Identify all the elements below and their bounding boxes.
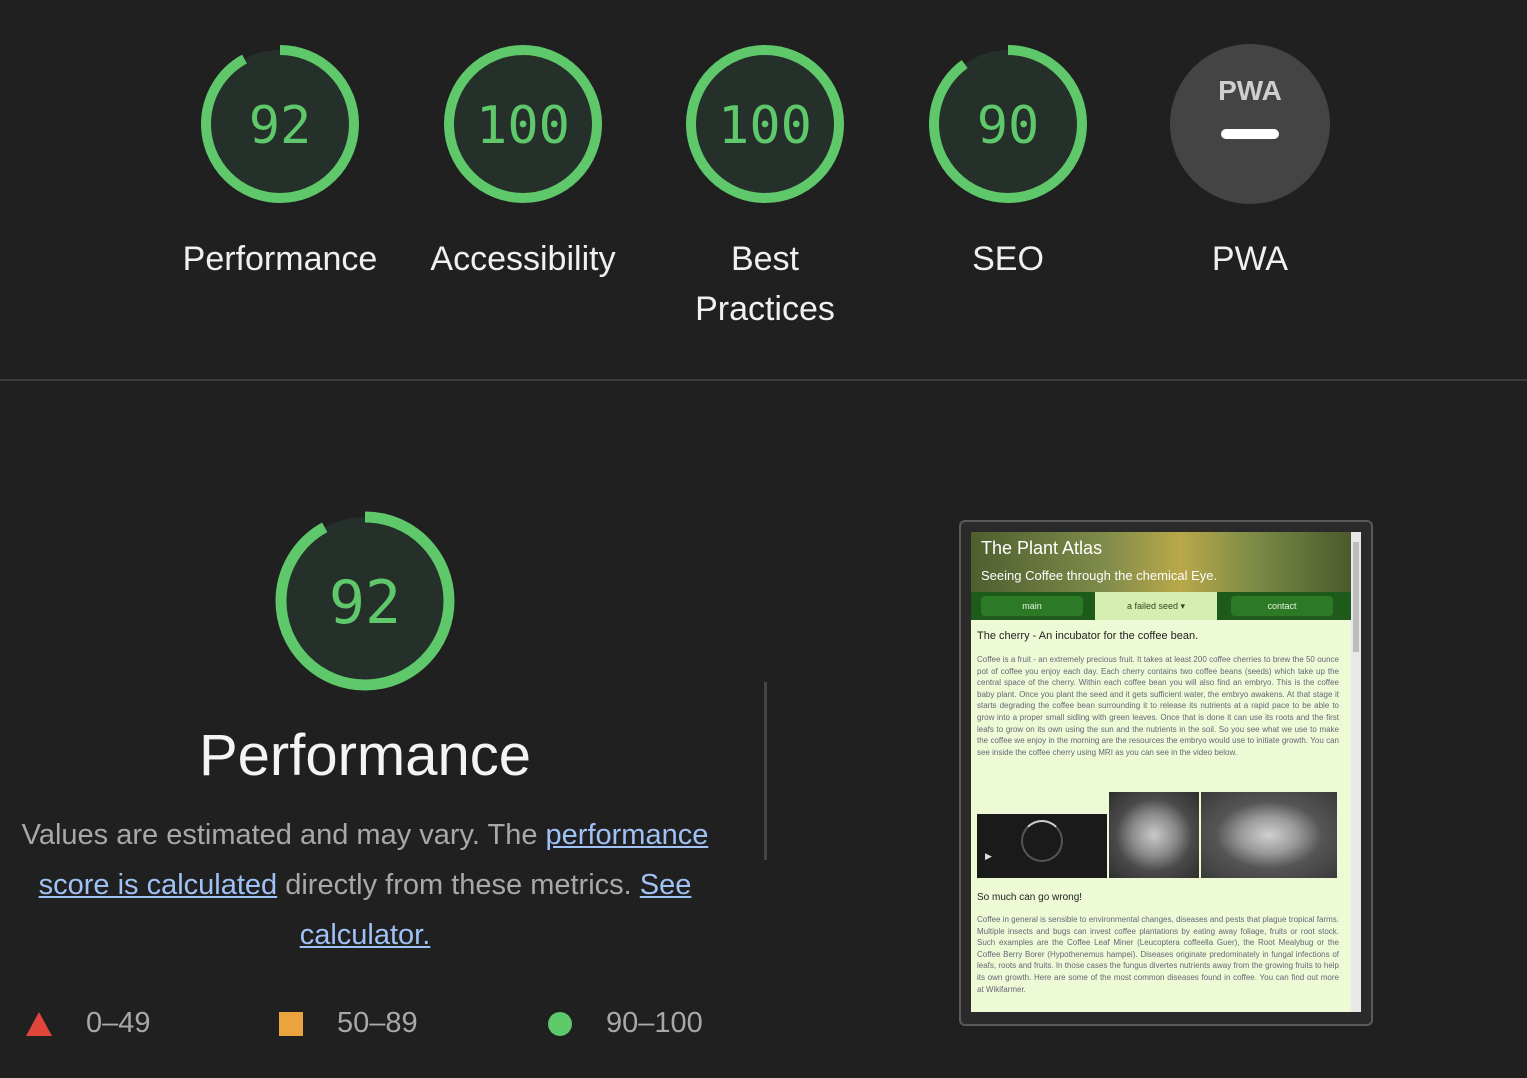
legend-item-pass: 90–100 xyxy=(548,1007,703,1040)
gauge-ring: 100 xyxy=(686,45,844,203)
site-video: ▶ xyxy=(977,814,1107,878)
gauge-label: Performance xyxy=(182,240,378,278)
legend-item-fail: 0–49 xyxy=(26,1007,151,1040)
legend-item-average: 50–89 xyxy=(279,1007,418,1040)
score-legend: 0–49 50–89 90–100 xyxy=(0,1007,760,1047)
vertical-divider xyxy=(764,682,767,860)
desc-prefix: Values are estimated and may vary. The xyxy=(21,819,546,851)
site-nav: main a failed seed ▾ contact xyxy=(971,592,1351,620)
performance-description: Values are estimated and may vary. The p… xyxy=(20,810,710,960)
site-paragraph-2: Coffee in general is sensible to environ… xyxy=(977,915,1339,994)
circle-icon xyxy=(548,1011,572,1036)
pwa-logo-text: PWA xyxy=(1218,75,1282,106)
gauge-ring: 92 xyxy=(275,511,455,691)
gauge-score: 90 xyxy=(977,96,1040,156)
gauge-accessibility[interactable]: 100 Accessibility xyxy=(403,42,643,284)
gauge-ring: 100 xyxy=(444,45,602,203)
triangle-icon xyxy=(26,1011,52,1036)
nav-failed-seed: a failed seed ▾ xyxy=(1095,592,1217,620)
desc-middle: directly from these metrics. xyxy=(277,869,640,901)
site-heading-2: So much can go wrong! xyxy=(977,892,1083,903)
scrollbar-thumb xyxy=(1353,542,1359,652)
gauge-ring: 90 xyxy=(929,45,1087,203)
gauge-label: Accessibility xyxy=(430,240,616,278)
legend-range: 0–49 xyxy=(86,1007,151,1039)
pwa-dash xyxy=(1221,129,1279,139)
site-scrollbar xyxy=(1351,532,1361,1012)
gauge-label: SEO xyxy=(972,240,1044,278)
section-divider xyxy=(0,379,1527,381)
performance-title: Performance xyxy=(198,723,532,788)
performance-section: 92 Performance Values are estimated and … xyxy=(0,382,1527,1078)
gauge-score: 92 xyxy=(249,96,312,156)
gauge-pwa[interactable]: PWA PWA xyxy=(1130,42,1370,284)
pwa-badge-icon: PWA xyxy=(1170,44,1330,204)
square-icon xyxy=(279,1011,303,1036)
nav-main: main xyxy=(981,596,1083,616)
performance-big-gauge: 92 xyxy=(274,510,456,697)
loading-spinner-icon xyxy=(1021,820,1063,862)
site-title: The Plant Atlas xyxy=(981,538,1103,558)
gauge-label: Best Practices xyxy=(695,240,835,328)
gauge-seo[interactable]: 90 SEO xyxy=(888,42,1128,284)
gauge-performance[interactable]: 92 Performance xyxy=(160,42,400,284)
play-icon: ▶ xyxy=(985,851,992,861)
nav-contact: contact xyxy=(1231,596,1333,616)
final-screenshot: The Plant Atlas Seeing Coffee through th… xyxy=(971,532,1361,1012)
performance-score: 92 xyxy=(329,568,401,638)
mri-image xyxy=(1201,792,1337,878)
gauge-label: PWA xyxy=(1211,240,1289,278)
site-paragraph-1: Coffee is a fruit - an extremely preciou… xyxy=(977,655,1339,757)
gauge-best-practices[interactable]: 100 Best Practices xyxy=(645,42,885,334)
site-header: The Plant Atlas Seeing Coffee through th… xyxy=(971,532,1351,592)
gauge-score: 100 xyxy=(476,96,570,156)
final-screenshot-frame[interactable]: The Plant Atlas Seeing Coffee through th… xyxy=(959,520,1373,1026)
category-gauges: 92 Performance 100 Accessibility 100 Bes… xyxy=(0,0,1527,380)
gauge-ring: 92 xyxy=(201,45,359,203)
site-subtitle: Seeing Coffee through the chemical Eye. xyxy=(981,568,1218,583)
legend-range: 50–89 xyxy=(337,1007,418,1039)
mri-image xyxy=(1109,792,1199,878)
site-heading-1: The cherry - An incubator for the coffee… xyxy=(977,630,1199,642)
legend-range: 90–100 xyxy=(606,1007,703,1039)
gauge-score: 100 xyxy=(718,96,812,156)
